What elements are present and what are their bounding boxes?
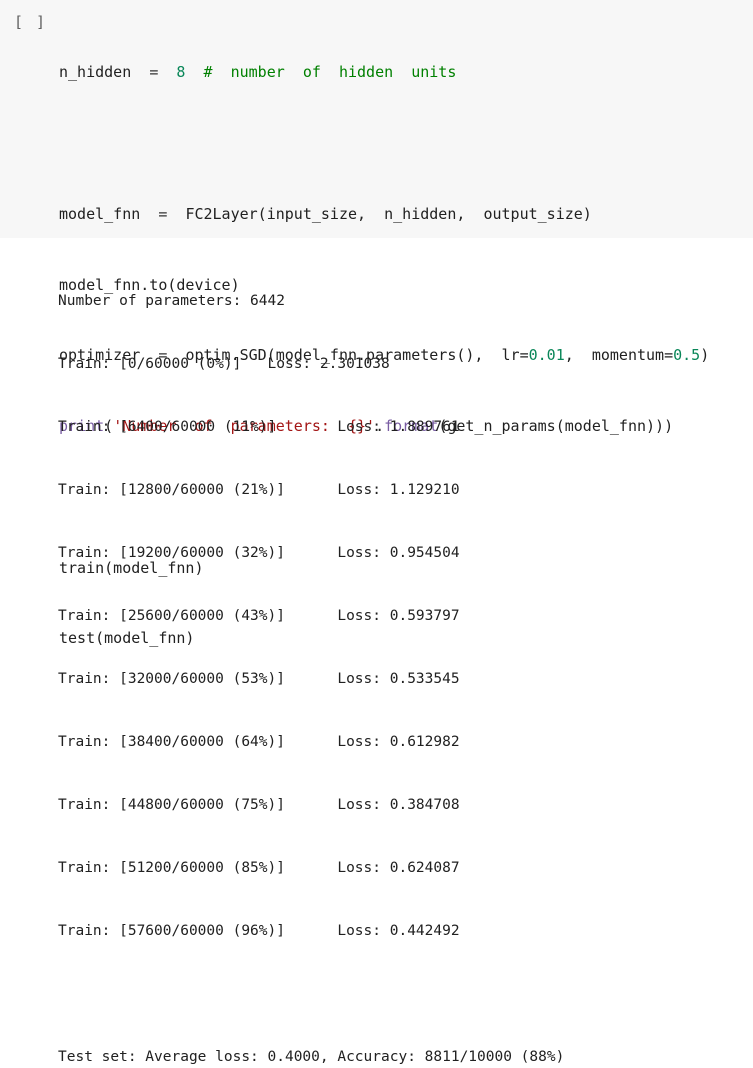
code-token: n_hidden [59, 63, 132, 82]
output-line: Train: [0/60000 (0%)] Loss: 2.301038 [58, 356, 390, 372]
output-line: Train: [57600/60000 (96%)] Loss: 0.44249… [58, 923, 460, 939]
code-number: 0.5 [673, 346, 701, 365]
code-cell-input[interactable]: [ ] n_hidden = 8 # number of hidden unit… [0, 0, 753, 647]
code-comment: # [203, 63, 213, 82]
output-line: Train: [6400/60000 (11%)] Loss: 1.889761 [58, 419, 460, 435]
output-line: Train: [51200/60000 (85%)] Loss: 0.62408… [58, 860, 460, 876]
output-line: Train: [32000/60000 (53%)] Loss: 0.53354… [58, 671, 460, 687]
code-line-1: n_hidden = 8 # number of hidden units [59, 61, 709, 85]
output-line: Number of parameters: 6442 [58, 293, 285, 309]
code-token: , momentum= [564, 346, 674, 365]
code-token: = [158, 204, 168, 223]
output-line: Train: [44800/60000 (75%)] Loss: 0.38470… [58, 797, 460, 813]
run-cell-button[interactable]: [ ] [14, 13, 47, 31]
code-number: 8 [176, 63, 186, 82]
code-token: ) [700, 346, 710, 365]
output-line: Train: [19200/60000 (32%)] Loss: 0.95450… [58, 545, 460, 561]
code-token: = [149, 63, 159, 82]
output-line: Train: [12800/60000 (21%)] Loss: 1.12921… [58, 482, 460, 498]
cell-output: Number of parameters: 6442 Train: [0/600… [58, 249, 564, 1068]
code-line-3: model_fnn = FC2Layer(input_size, n_hidde… [59, 203, 709, 227]
code-comment: number of hidden units [230, 63, 457, 82]
output-line: Train: [38400/60000 (64%)] Loss: 0.61298… [58, 734, 460, 750]
code-token: model_fnn [59, 204, 141, 223]
output-line: Train: [25600/60000 (43%)] Loss: 0.59379… [58, 608, 460, 624]
output-line: Test set: Average loss: 0.4000, Accuracy… [58, 1049, 565, 1065]
code-token: FC2Layer(input_size, n_hidden, output_si… [185, 204, 592, 223]
